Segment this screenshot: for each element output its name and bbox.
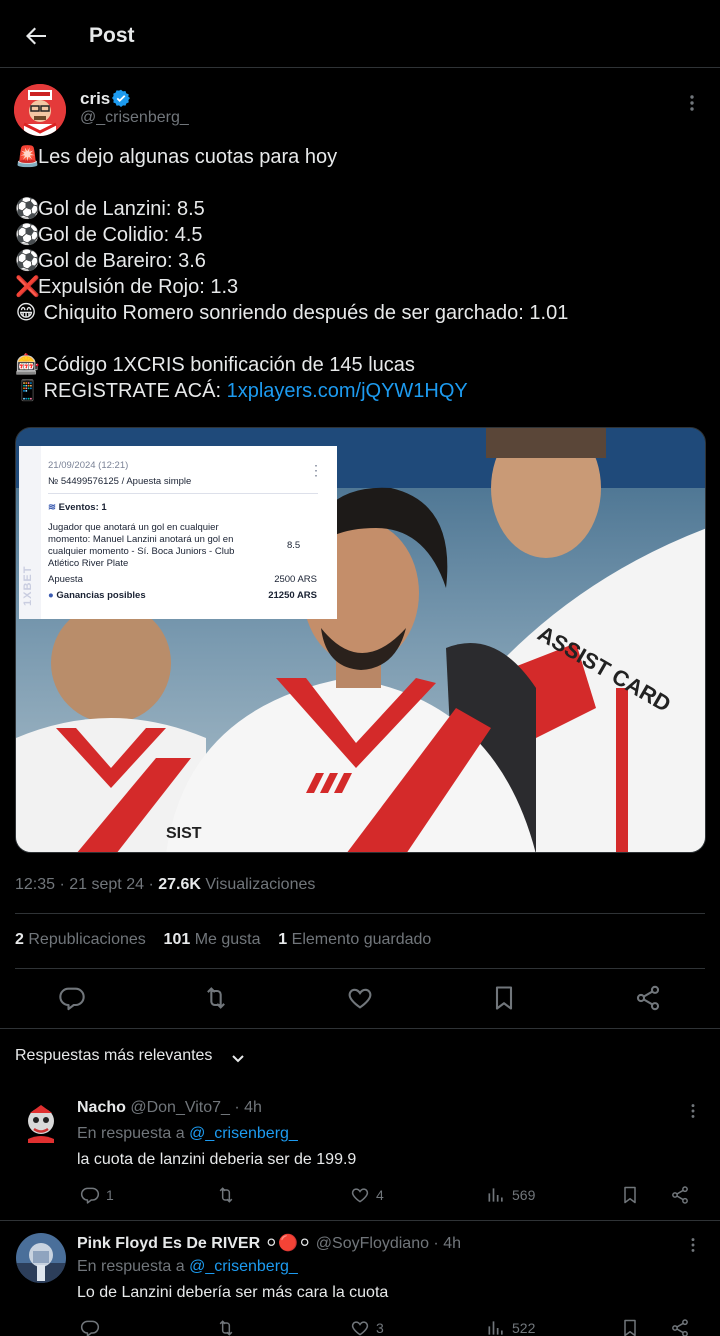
repost-icon[interactable]	[202, 984, 230, 1012]
verified-badge-icon	[112, 89, 130, 107]
soccer-ball-emoji: ⚽	[15, 198, 40, 220]
reply-count[interactable]: 1	[80, 1185, 140, 1205]
reply-header: Pink Floyd Es De RIVER ⚪🔴⚪ @SoyFloydiano…	[77, 1235, 461, 1252]
post-line: ⚽Gol de Colidio: 4.5	[15, 224, 203, 246]
reply-author-handle: @Don_Vito7_	[130, 1099, 230, 1116]
phone-emoji: 📱	[15, 380, 40, 402]
bet-ticket: 1XBET 21/09/2024 (12:21) № 54499576125 /…	[19, 446, 337, 619]
post-stats: 2 Republicaciones 101 Me gusta 1 Element…	[15, 931, 431, 949]
soccer-ball-emoji: ⚽	[15, 224, 40, 246]
post-text: 🚨Les dejo algunas cuotas para hoy ⚽Gol d…	[15, 144, 705, 404]
post-time: 12:35	[15, 876, 56, 893]
cross-mark-emoji: ❌	[15, 276, 40, 298]
author-avatar[interactable]	[14, 84, 66, 136]
views-count[interactable]: 569	[486, 1185, 556, 1205]
siren-emoji: 🚨	[15, 146, 40, 168]
ticket-winnings-value: 21250 ARS	[268, 590, 317, 601]
reply-name-emoji: ⚪🔴⚪	[264, 1235, 312, 1252]
divider	[15, 968, 705, 969]
reply-author-name: Pink Floyd Es De RIVER	[77, 1235, 261, 1252]
views-count[interactable]: 522	[486, 1318, 556, 1336]
more-options-icon[interactable]	[684, 1236, 702, 1254]
ticket-events-label: ≋ Eventos: 1	[48, 502, 107, 513]
share-icon[interactable]	[670, 1185, 690, 1205]
reply-author-handle: @SoyFloydiano	[315, 1235, 429, 1252]
post-line: ⚽Gol de Lanzini: 8.5	[15, 198, 205, 220]
reply-text: la cuota de lanzini deberia ser de 199.9	[77, 1151, 357, 1168]
ticket-stake-label: Apuesta	[48, 574, 83, 585]
bookmark-icon[interactable]	[620, 1185, 640, 1205]
likes-stat[interactable]: 101 Me gusta	[164, 931, 261, 948]
reply-text: Lo de Lanzini debería ser más cara la cu…	[77, 1284, 389, 1301]
post-line-blank	[15, 170, 705, 196]
in-reply-handle-link[interactable]: @_crisenberg_	[189, 1258, 298, 1275]
slot-machine-emoji: 🎰	[15, 354, 40, 376]
more-options-icon[interactable]	[682, 93, 702, 113]
repost-count[interactable]	[216, 1318, 256, 1336]
replies-sort-label[interactable]: Respuestas más relevantes	[15, 1047, 212, 1065]
reply-avatar[interactable]	[16, 1233, 66, 1283]
reply-author-name: Nacho	[77, 1099, 126, 1116]
bookmark-icon[interactable]	[620, 1318, 640, 1336]
reply-icon[interactable]	[58, 984, 86, 1012]
soccer-ball-emoji: ⚽	[15, 250, 40, 272]
bookmark-icon[interactable]	[490, 984, 518, 1012]
repost-count[interactable]	[216, 1185, 256, 1205]
ticket-brand-strip: 1XBET	[19, 446, 41, 619]
post-line: 📱 REGISTRATE ACÁ: 1xplayers.com/jQYW1HQY	[15, 380, 468, 402]
ticket-odds: 8.5	[287, 540, 301, 551]
more-options-icon[interactable]	[684, 1102, 702, 1120]
reply-avatar[interactable]	[16, 1099, 66, 1149]
post-image[interactable]: ASSIST CARD SIST 1XBET 21/09/2024 (12:21…	[15, 427, 706, 853]
reply-time: 4h	[244, 1099, 262, 1116]
reposts-stat[interactable]: 2 Republicaciones	[15, 931, 146, 948]
svg-text:SIST: SIST	[166, 825, 202, 842]
top-bar: Post	[0, 0, 720, 68]
author-handle[interactable]: @_crisenberg_	[80, 109, 189, 127]
ticket-date: 21/09/2024 (12:21)	[48, 460, 129, 471]
views-label: Visualizaciones	[205, 876, 316, 893]
post-line: 🎰 Código 1XCRIS bonificación de 145 luca…	[15, 354, 415, 376]
ticket-winnings-label: ● Ganancias posibles	[48, 590, 146, 601]
post-actions	[0, 984, 720, 1012]
share-icon[interactable]	[670, 1318, 690, 1336]
reply-header: Nacho @Don_Vito7_ · 4h	[77, 1099, 262, 1116]
divider	[15, 913, 705, 914]
post-link[interactable]: 1xplayers.com/jQYW1HQY	[227, 380, 468, 402]
post-date: 21 sept 24	[69, 876, 144, 893]
ticket-more-icon: ⋮	[309, 462, 323, 478]
reply-count[interactable]	[80, 1318, 140, 1336]
chevron-down-icon[interactable]	[230, 1050, 246, 1066]
ticket-brand: 1XBET	[22, 565, 34, 606]
in-reply-handle-link[interactable]: @_crisenberg_	[189, 1125, 298, 1142]
like-count[interactable]: 3	[350, 1318, 410, 1336]
divider	[0, 1028, 720, 1029]
ticket-event-desc: Jugador que anotará un gol en cualquier	[48, 522, 219, 533]
like-icon[interactable]	[346, 984, 374, 1012]
back-arrow-icon[interactable]	[20, 20, 52, 52]
reply-time: 4h	[443, 1235, 461, 1252]
post-meta: 12:35 · 21 sept 24 · 27.6K Visualizacion…	[15, 876, 316, 893]
like-count[interactable]: 4	[350, 1185, 410, 1205]
post-line: 🚨Les dejo algunas cuotas para hoy	[15, 146, 338, 168]
post-line: 😁 Chiquito Romero sonriendo después de s…	[15, 302, 569, 324]
post-line: ❌Expulsión de Rojo: 1.3	[15, 276, 239, 298]
post-line-blank	[15, 326, 705, 352]
in-reply-to: En respuesta a @_crisenberg_	[77, 1125, 298, 1142]
grin-emoji: 😁	[15, 302, 37, 324]
views-count: 27.6K	[158, 876, 201, 893]
divider	[0, 1220, 720, 1221]
ticket-stake-value: 2500 ARS	[274, 574, 317, 585]
post-line: ⚽Gol de Bareiro: 3.6	[15, 250, 206, 272]
share-icon[interactable]	[634, 984, 662, 1012]
bookmarks-stat[interactable]: 1 Elemento guardado	[278, 931, 431, 948]
author-name[interactable]: cris	[80, 89, 110, 109]
ticket-number: № 54499576125 / Apuesta simple	[48, 476, 192, 487]
in-reply-to: En respuesta a @_crisenberg_	[77, 1258, 298, 1275]
page-title: Post	[89, 24, 135, 47]
